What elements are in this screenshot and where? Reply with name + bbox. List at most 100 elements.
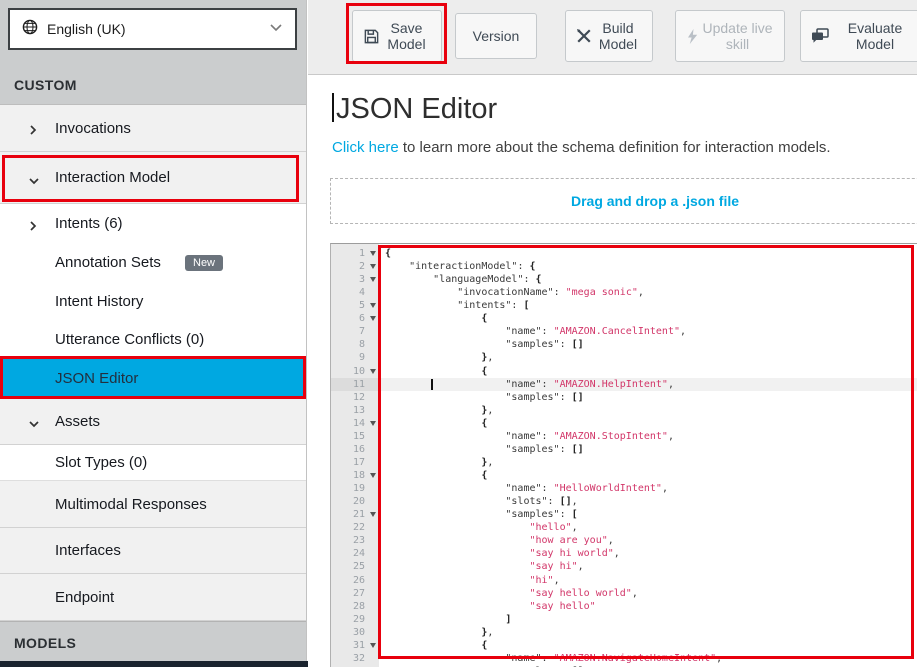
line-number: 13 [331,404,365,417]
code-line[interactable]: 21"samples": [ [331,508,917,521]
code-text: }, [385,351,493,364]
code-line[interactable]: 22"hello", [331,521,917,534]
code-line[interactable]: 30}, [331,626,917,639]
code-line[interactable]: 13}, [331,404,917,417]
code-text: ] [385,613,511,626]
code-line[interactable]: 10{ [331,365,917,378]
code-line[interactable]: 20"slots": [], [331,495,917,508]
sidebar-item-label: Endpoint [55,589,114,606]
sidebar-item-intents-6[interactable]: Intents (6) [0,204,306,243]
section-models-band: MODELS [0,621,306,661]
code-line[interactable]: 2"interactionModel": { [331,260,917,273]
fold-arrow-icon[interactable] [370,369,376,374]
version-button[interactable]: Version [455,13,537,59]
new-badge: New [185,255,223,271]
page-title: JSON Editor [332,93,497,126]
code-text: }, [385,404,493,417]
fold-arrow-icon[interactable] [370,421,376,426]
button-label: Update live skill [699,20,776,52]
code-line[interactable]: 18{ [331,469,917,482]
build-model-button[interactable]: Build Model [565,10,653,62]
code-line[interactable]: 27"say hello world", [331,587,917,600]
sidebar-item-annotation-sets[interactable]: Annotation Sets New [0,243,306,282]
code-text: "name": "HelloWorldIntent", [385,482,668,495]
language-selector[interactable]: English (UK) [8,8,297,50]
code-text: "intents": [ [385,299,530,312]
fold-arrow-icon[interactable] [370,316,376,321]
line-number: 11 [331,378,365,391]
sidebar-item-interfaces[interactable]: Interfaces [0,528,306,574]
code-line[interactable]: 3"languageModel": { [331,273,917,286]
code-line[interactable]: 5"intents": [ [331,299,917,312]
line-number: 20 [331,495,365,508]
sidebar-item-label: Annotation Sets [55,254,161,271]
code-line[interactable]: 23"how are you", [331,534,917,547]
line-number: 3 [331,273,365,286]
sidebar-item-assets[interactable]: Assets [0,398,306,445]
fold-arrow-icon[interactable] [370,277,376,282]
line-number: 27 [331,587,365,600]
code-text: "how are you", [385,534,614,547]
code-line[interactable]: 24"say hi world", [331,547,917,560]
code-line[interactable]: 9}, [331,351,917,364]
sidebar-item-label: Intent History [55,293,143,310]
fold-arrow-icon[interactable] [370,473,376,478]
sidebar-item-utterance-conflicts-0[interactable]: Utterance Conflicts (0) [0,320,306,358]
fold-arrow-icon[interactable] [370,512,376,517]
code-line[interactable]: 17}, [331,456,917,469]
code-text: "samples": [] [385,338,584,351]
code-line[interactable]: 32"name": "AMAZON.NavigateHomeIntent", [331,652,917,665]
line-number: 7 [331,325,365,338]
code-line[interactable]: 15"name": "AMAZON.StopIntent", [331,430,917,443]
code-line[interactable]: 16"samples": [] [331,443,917,456]
code-line[interactable]: 19 "name": "HelloWorldIntent", [331,482,917,495]
evaluate-model-button[interactable]: Evaluate Model [800,10,917,62]
code-line[interactable]: 1{ [331,247,917,260]
line-number: 10 [331,365,365,378]
json-code-editor[interactable]: 1{2"interactionModel": {3"languageModel"… [330,243,917,667]
lightning-icon [686,28,699,45]
fold-arrow-icon[interactable] [370,251,376,256]
button-label: Evaluate Model [829,20,917,52]
sidebar-item-invocations[interactable]: Invocations [0,105,306,152]
code-line[interactable]: 29] [331,613,917,626]
code-line[interactable]: 25"say hi", [331,560,917,573]
code-line[interactable]: 7"name": "AMAZON.CancelIntent", [331,325,917,338]
section-label-models: MODELS [14,635,76,651]
code-line[interactable]: 8"samples": [] [331,338,917,351]
fold-arrow-icon[interactable] [370,264,376,269]
line-number: 21 [331,508,365,521]
click-here-link[interactable]: Click here [332,139,399,156]
fold-arrow-icon[interactable] [370,643,376,648]
code-text: "name": "AMAZON.HelpIntent", [385,378,674,391]
code-text: "interactionModel": { [385,260,536,273]
fold-arrow-icon[interactable] [370,303,376,308]
sidebar-item-intent-history[interactable]: Intent History [0,282,306,320]
code-line[interactable]: 12"samples": [] [331,391,917,404]
sidebar-item-interaction-model[interactable]: Interaction Model [0,152,306,204]
schema-help-text: Click here to learn more about the schem… [332,139,831,156]
line-number: 26 [331,574,365,587]
line-number: 9 [331,351,365,364]
code-line[interactable]: 6{ [331,312,917,325]
sidebar-item-label: Slot Types (0) [55,454,147,471]
code-text: }, [385,626,493,639]
json-dropzone[interactable]: Drag and drop a .json file [330,178,917,224]
code-line[interactable]: 26"hi", [331,574,917,587]
sidebar-item-json-editor[interactable]: JSON Editor [0,358,306,398]
code-line[interactable]: 14{ [331,417,917,430]
line-number: 30 [331,626,365,639]
sidebar-item-slot-types-0[interactable]: Slot Types (0) [0,445,306,481]
code-text: { [385,639,487,652]
code-line[interactable]: 11 "name": "AMAZON.HelpIntent", [331,378,917,391]
button-label: Build Model [592,20,644,52]
line-number: 19 [331,482,365,495]
code-line[interactable]: 4"invocationName": "mega sonic", [331,286,917,299]
line-number: 17 [331,456,365,469]
sidebar-item-multimodal-responses[interactable]: Multimodal Responses [0,481,306,528]
code-line[interactable]: 28"say hello" [331,600,917,613]
code-line[interactable]: 31 { [331,639,917,652]
line-number: 31 [331,639,365,652]
sidebar-item-endpoint[interactable]: Endpoint [0,574,306,621]
save-model-button[interactable]: Save Model [352,10,442,62]
